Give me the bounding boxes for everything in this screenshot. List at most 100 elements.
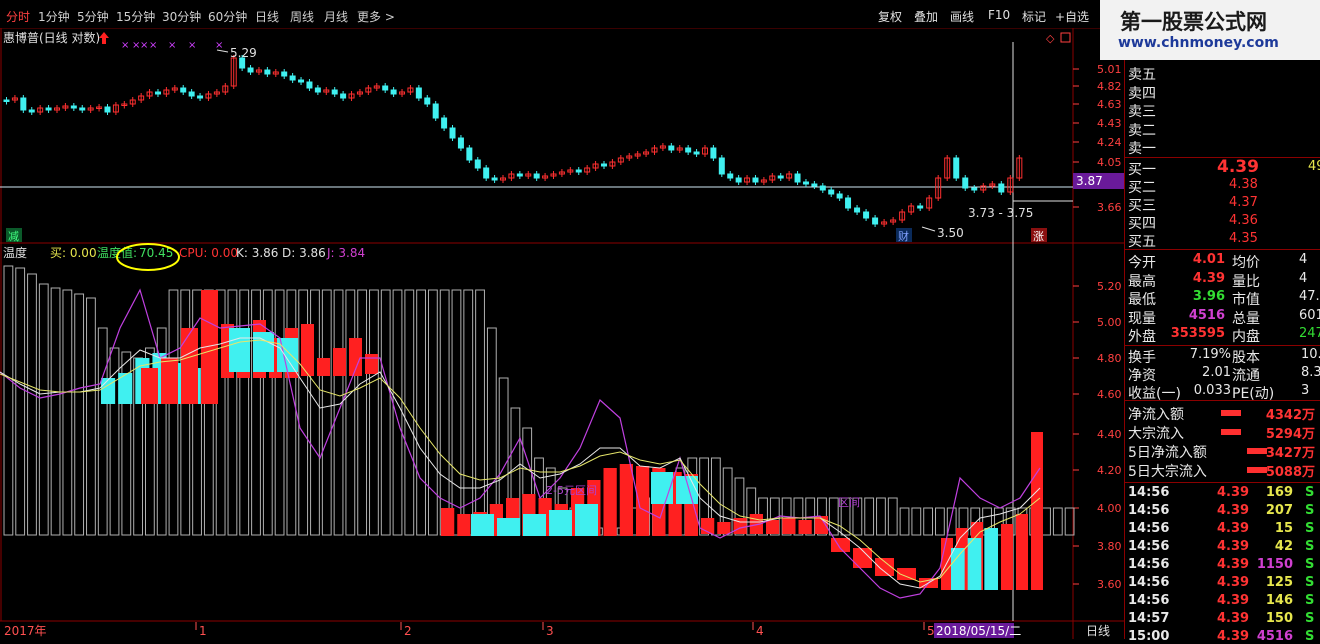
reduce-marker-text: 减 xyxy=(8,230,19,243)
indicator-axis-label: 5.20 xyxy=(1097,280,1122,293)
stat-label: 量比 xyxy=(1232,273,1260,290)
bid-level-label: 买三 xyxy=(1128,198,1156,214)
tick-time: 14:56 xyxy=(1128,521,1170,536)
temperature-bar-outline xyxy=(486,327,497,536)
bid-price[interactable]: 4.39 xyxy=(1217,157,1259,177)
bid-price[interactable]: 4.38 xyxy=(1229,177,1258,192)
tab-monthly[interactable]: 月线 xyxy=(324,8,348,25)
price-axis-label: 5.01 xyxy=(1097,63,1122,76)
candle-body xyxy=(693,151,700,155)
bid-price[interactable]: 4.37 xyxy=(1229,195,1258,210)
tick-time: 14:56 xyxy=(1128,593,1170,608)
tick-direction: S xyxy=(1305,521,1315,536)
tick-volume: 1150 xyxy=(1256,557,1293,572)
tab-more[interactable]: 更多 > xyxy=(357,8,395,25)
bid-price[interactable]: 4.36 xyxy=(1229,213,1258,228)
temperature-bar-outline xyxy=(50,287,61,536)
tab-30min[interactable]: 30分钟 xyxy=(162,8,201,25)
tab-timeshare[interactable]: 分时 xyxy=(6,8,30,25)
diamond-icon[interactable]: ◇ xyxy=(1046,32,1055,45)
overlay-button[interactable]: 叠加 xyxy=(914,8,938,25)
chart-area[interactable]: 惠博普(日线 对数) × × × × × × × ◇ 5.01 4.82 4.63 4.43 4.2… xyxy=(0,28,1124,639)
temperature-bar-outline xyxy=(97,327,108,536)
indicator-name[interactable]: 温度 xyxy=(3,245,27,260)
temperature-bar-fill xyxy=(457,514,471,536)
tab-15min[interactable]: 15分钟 xyxy=(116,8,155,25)
maximize-icon[interactable] xyxy=(1060,32,1071,43)
f10-button[interactable]: F10 xyxy=(988,8,1010,22)
temperature-bar-outline xyxy=(392,289,403,536)
bid-price[interactable]: 4.35 xyxy=(1229,231,1258,246)
temperature-bar-fill xyxy=(798,520,812,534)
tick-price: 4.39 xyxy=(1217,539,1250,554)
temperature-bar-fill xyxy=(831,538,850,552)
indicator-annotation-2: 区间 xyxy=(838,496,860,509)
stat-label: 均价 xyxy=(1232,255,1260,271)
tick-volume: 150 xyxy=(1265,611,1293,626)
temperature-bar-fill xyxy=(575,504,598,536)
temperature-bar-outline xyxy=(864,497,875,536)
signal-x-mark: × xyxy=(149,40,157,51)
temperature-bar-outline xyxy=(180,289,191,536)
temperature-bar-outline xyxy=(887,497,898,536)
tick-time: 14:57 xyxy=(1128,611,1170,626)
watermark-banner: 第一股票公式网 www.chnmoney.com xyxy=(1100,0,1320,60)
temperature-bar-fill xyxy=(317,358,330,376)
mark-button[interactable]: 标记 xyxy=(1022,8,1046,25)
candle-body xyxy=(449,127,456,139)
temperature-bar-fill xyxy=(766,520,780,534)
candle-body xyxy=(306,81,313,89)
temperature-bar-outline xyxy=(86,297,96,536)
tab-daily[interactable]: 日线 xyxy=(255,8,279,25)
tab-1min[interactable]: 1分钟 xyxy=(38,8,70,25)
tab-5min[interactable]: 5分钟 xyxy=(77,8,109,25)
tick-price: 4.39 xyxy=(1217,521,1250,536)
candle-body xyxy=(802,181,809,185)
date-label-mar: 3 xyxy=(546,624,554,638)
temperature-bar-fill xyxy=(549,510,572,536)
stat-value: 4 xyxy=(1299,270,1308,286)
period-label[interactable]: 日线 xyxy=(1086,624,1110,638)
candle-body xyxy=(154,91,161,95)
tab-60min[interactable]: 60分钟 xyxy=(208,8,247,25)
stat-value: 353595 xyxy=(1170,326,1225,342)
flow-label: 大宗流入 xyxy=(1128,426,1184,442)
candle-body xyxy=(863,211,870,219)
stat-label: 总量 xyxy=(1232,310,1260,327)
period-toolbar: 分时 1分钟 5分钟 15分钟 30分钟 60分钟 日线 周线 月线 更多 > … xyxy=(0,0,1100,29)
fundamental-value: 0.033 xyxy=(1193,383,1231,398)
candle-body xyxy=(872,217,879,225)
stat-value: 601 xyxy=(1299,307,1320,323)
tick-direction: S xyxy=(1305,593,1315,608)
tick-price: 4.39 xyxy=(1217,593,1250,608)
tick-direction: S xyxy=(1305,575,1315,590)
temperature-bar-fill xyxy=(603,468,617,536)
quote-panel: 卖五卖四卖三卖二卖一 买一 4.39 49 买二 4.38 买三 4.37 买四 4.36 买五 4… xyxy=(1124,60,1320,644)
watermark-title: 第一股票公式网 xyxy=(1120,10,1267,34)
price-axis-label: 4.05 xyxy=(1097,156,1122,169)
candle-body xyxy=(710,147,717,159)
temperature-bar-outline xyxy=(3,265,14,536)
tab-weekly[interactable]: 周线 xyxy=(290,8,314,25)
candle-body xyxy=(516,173,523,177)
indicator-axis-label: 4.20 xyxy=(1097,464,1122,477)
restore-rights-button[interactable]: 复权 xyxy=(878,8,902,25)
add-favorite-button[interactable]: +自选 xyxy=(1055,8,1089,25)
watermark-url: www.chnmoney.com xyxy=(1118,35,1279,51)
tick-volume: 42 xyxy=(1274,539,1293,554)
indicator-j: J: 3.84 xyxy=(326,246,365,260)
temperature-bar-outline xyxy=(1052,507,1063,536)
temperature-bar-fill xyxy=(967,538,982,590)
temperature-bar-fill xyxy=(951,548,965,590)
tick-volume: 169 xyxy=(1265,485,1293,500)
signal-x-mark: × xyxy=(140,40,148,51)
candle-body xyxy=(281,71,288,77)
temperature-bar-outline xyxy=(15,267,26,536)
flow-value: 4342万 xyxy=(1265,408,1315,423)
candle-body xyxy=(457,137,464,149)
temperature-bar-outline xyxy=(345,289,356,536)
temperature-bar-outline xyxy=(74,293,85,536)
draw-line-button[interactable]: 画线 xyxy=(950,8,974,25)
temperature-bar-fill xyxy=(471,514,494,536)
fundamental-label: 流通 xyxy=(1232,368,1260,384)
